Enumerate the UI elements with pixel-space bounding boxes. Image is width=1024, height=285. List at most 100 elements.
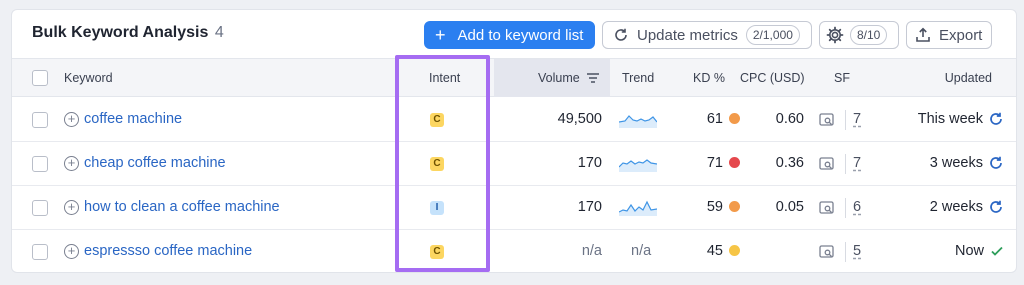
refresh-icon[interactable] — [983, 111, 1004, 127]
kd-cell: 61 — [688, 111, 740, 127]
export-button-label: Export — [939, 26, 983, 44]
row-checkbox[interactable] — [32, 156, 48, 172]
updated-cell: 3 weeks — [930, 155, 1004, 171]
plus-icon: + — [435, 24, 446, 45]
table-row: + espressso coffee machine C n/a n/a 45 … — [12, 230, 1016, 272]
table-row: + how to clean a coffee machine I 170 59… — [12, 186, 1016, 230]
sf-separator — [845, 242, 846, 262]
update-metrics-button[interactable]: Update metrics 2/1,000 — [602, 21, 812, 49]
kd-value: 61 — [706, 111, 723, 127]
column-trend[interactable]: Trend — [622, 71, 654, 85]
select-all-checkbox[interactable] — [32, 70, 48, 86]
serp-features-icon[interactable] — [819, 112, 835, 128]
keyword-cell: + coffee machine — [64, 111, 182, 127]
volume-value: 170 — [577, 199, 602, 215]
add-button-label: Add to keyword list — [457, 26, 584, 44]
trend-na: n/a — [631, 243, 652, 259]
trend-cell: n/a — [619, 242, 651, 259]
keyword-cell: + espressso coffee machine — [64, 243, 252, 259]
row-checkbox[interactable] — [32, 112, 48, 128]
intent-badge: C — [430, 245, 444, 259]
refresh-icon — [615, 28, 627, 41]
trend-sparkline — [618, 159, 658, 172]
column-volume-label: Volume — [538, 71, 580, 85]
intent-badge: C — [430, 113, 444, 127]
kd-cell: 45 — [688, 243, 740, 259]
kd-value: 59 — [706, 199, 723, 215]
refresh-icon[interactable] — [983, 155, 1004, 171]
updated-value: 3 weeks — [929, 155, 983, 171]
trend-cell — [618, 154, 658, 176]
serp-features-icon[interactable] — [819, 244, 835, 260]
export-button[interactable]: Export — [906, 21, 992, 49]
column-cpc[interactable]: CPC (USD) — [740, 71, 805, 85]
column-keyword[interactable]: Keyword — [64, 71, 113, 85]
add-circle-icon[interactable]: + — [64, 111, 79, 127]
sf-separator — [845, 154, 846, 174]
keyword-link[interactable]: cheap coffee machine — [84, 155, 226, 171]
refresh-icon[interactable] — [983, 199, 1004, 215]
cpc-value: 0.05 — [775, 199, 804, 215]
updated-value: This week — [917, 111, 983, 127]
keyword-cell: + how to clean a coffee machine — [64, 199, 280, 215]
add-circle-icon[interactable]: + — [64, 243, 79, 259]
updated-cell: Now — [955, 243, 1004, 259]
add-circle-icon[interactable]: + — [64, 155, 79, 171]
row-checkbox[interactable] — [32, 200, 48, 216]
title-text: Bulk Keyword Analysis — [32, 24, 209, 41]
table-header: Keyword Intent Volume Trend KD % CPC (US… — [12, 58, 1016, 97]
kd-difficulty-dot — [729, 113, 740, 124]
bulk-keyword-panel: Bulk Keyword Analysis 4 + Add to keyword… — [11, 9, 1017, 273]
table-row: + coffee machine C 49,500 61 0.60 7 This… — [12, 98, 1016, 142]
update-button-label: Update metrics — [637, 26, 738, 44]
column-sf[interactable]: SF — [834, 71, 850, 85]
volume-value: 170 — [577, 155, 602, 171]
row-checkbox[interactable] — [32, 244, 48, 260]
gear-icon — [826, 26, 844, 44]
column-updated[interactable]: Updated — [945, 71, 992, 85]
cpc-value: 0.36 — [775, 155, 804, 171]
sf-count[interactable]: 5 — [853, 243, 861, 259]
trend-cell — [618, 198, 658, 220]
sf-count[interactable]: 7 — [853, 155, 861, 171]
page-title: Bulk Keyword Analysis 4 — [32, 24, 224, 42]
settings-count-badge: 8/10 — [850, 25, 888, 45]
trend-sparkline — [618, 200, 658, 216]
updated-value: Now — [954, 243, 984, 259]
intent-badge: I — [430, 201, 444, 215]
intent-badge: C — [430, 157, 444, 171]
updated-value: 2 weeks — [929, 199, 983, 215]
sf-count[interactable]: 7 — [853, 111, 861, 127]
keyword-count: 4 — [214, 24, 224, 41]
kd-value: 45 — [706, 243, 723, 259]
keyword-link[interactable]: espressso coffee machine — [84, 243, 252, 259]
sf-separator — [845, 198, 846, 218]
keyword-link[interactable]: coffee machine — [84, 111, 182, 127]
add-circle-icon[interactable]: + — [64, 199, 79, 215]
column-volume[interactable]: Volume — [538, 71, 600, 85]
settings-button[interactable]: 8/10 — [819, 21, 899, 49]
kd-difficulty-dot — [729, 201, 740, 212]
sf-count[interactable]: 6 — [853, 199, 861, 215]
sf-separator — [845, 110, 846, 130]
updated-cell: 2 weeks — [930, 199, 1004, 215]
serp-features-icon[interactable] — [819, 200, 835, 216]
kd-difficulty-dot — [729, 157, 740, 168]
check-icon[interactable] — [984, 244, 1004, 258]
kd-value: 71 — [706, 155, 723, 171]
column-intent[interactable]: Intent — [429, 71, 460, 85]
serp-features-icon[interactable] — [819, 156, 835, 172]
cpc-value: 0.60 — [775, 111, 804, 127]
add-to-keyword-list-button[interactable]: + Add to keyword list — [424, 21, 595, 49]
trend-cell — [618, 110, 658, 132]
keyword-link[interactable]: how to clean a coffee machine — [84, 199, 280, 215]
column-kd[interactable]: KD % — [693, 71, 725, 85]
sort-icon — [586, 73, 599, 83]
trend-sparkline — [618, 115, 658, 128]
keyword-cell: + cheap coffee machine — [64, 155, 226, 171]
volume-value: n/a — [581, 243, 602, 259]
update-quota-badge: 2/1,000 — [745, 25, 800, 45]
table-row: + cheap coffee machine C 170 71 0.36 7 3… — [12, 142, 1016, 186]
volume-value: 49,500 — [557, 111, 602, 127]
kd-difficulty-dot — [729, 245, 740, 256]
